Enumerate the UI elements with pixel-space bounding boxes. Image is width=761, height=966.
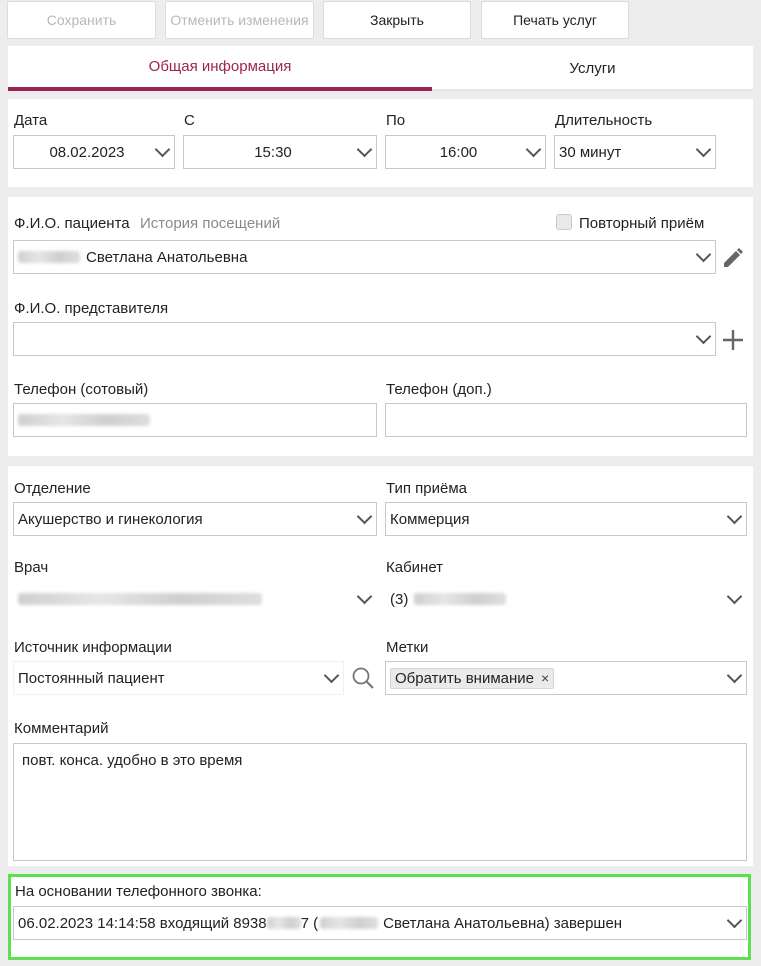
info-source-value: Постоянный пациент — [18, 669, 165, 687]
info-source-label: Источник информации — [14, 639, 172, 656]
repeat-visit-label: Повторный приём — [579, 215, 705, 232]
tag-chip: Обратить внимание × — [390, 667, 555, 689]
time-to-label: По — [386, 112, 406, 129]
redacted-doctor-name — [18, 593, 262, 605]
date-label: Дата — [14, 112, 48, 129]
tag-chip-label: Обратить внимание — [395, 669, 535, 687]
comment-label: Комментарий — [14, 720, 109, 737]
add-plus-icon[interactable] — [721, 328, 745, 352]
time-from-select[interactable]: 15:30 — [183, 135, 377, 169]
tab-services[interactable]: Услуги — [432, 46, 753, 91]
tab-general-info[interactable]: Общая информация — [8, 46, 432, 91]
duration-value: 30 минут — [559, 143, 622, 161]
chevron-down-icon — [356, 141, 373, 158]
department-select[interactable]: Акушерство и гинекология — [13, 502, 377, 536]
phone-call-value-part3: Светлана Анатольевна) завершен — [383, 914, 623, 932]
mobile-phone-label: Телефон (сотовый) — [14, 381, 149, 398]
tags-select[interactable]: Обратить внимание × — [385, 661, 747, 695]
search-icon[interactable] — [351, 666, 375, 690]
representative-select[interactable] — [13, 322, 716, 356]
tab-bar: Общая информация Услуги — [8, 46, 753, 91]
time-to-select[interactable]: 16:00 — [385, 135, 546, 169]
date-select[interactable]: 08.02.2023 — [13, 135, 175, 169]
chevron-down-icon — [356, 508, 373, 525]
info-source-select[interactable]: Постоянный пациент — [13, 661, 344, 695]
visit-type-label: Тип приёма — [386, 480, 468, 497]
room-label: Кабинет — [386, 559, 444, 576]
chevron-down-icon — [525, 141, 542, 158]
phone-call-label: На основании телефонного звонка: — [15, 883, 262, 900]
duration-label: Длительность — [555, 112, 653, 129]
tag-remove-icon[interactable]: × — [541, 670, 549, 686]
repeat-visit-checkbox[interactable] — [556, 214, 572, 230]
chevron-down-icon — [695, 246, 712, 263]
chevron-down-icon — [726, 912, 743, 929]
comment-value: повт. конса. удобно в это время — [22, 752, 243, 769]
time-from-value: 15:30 — [254, 143, 292, 161]
room-select[interactable]: (3) — [385, 582, 747, 616]
visit-type-select[interactable]: Коммерция — [385, 502, 747, 536]
mobile-phone-input[interactable] — [13, 403, 377, 437]
phone-call-select[interactable]: 06.02.2023 14:14:58 входящий 8938 7 ( Св… — [13, 906, 747, 940]
room-prefix: (3) — [390, 590, 409, 608]
edit-pencil-icon[interactable] — [721, 246, 745, 270]
duration-select[interactable]: 30 минут — [554, 135, 716, 169]
phone-call-value-part1: 06.02.2023 14:14:58 входящий 8938 — [18, 914, 267, 932]
redacted-caller-surname — [320, 917, 379, 929]
redacted-phone-digits — [266, 917, 301, 929]
chevron-down-icon — [726, 588, 743, 605]
chevron-down-icon — [695, 328, 712, 345]
extra-phone-input[interactable] — [385, 403, 747, 437]
tags-label: Метки — [386, 639, 429, 656]
time-to-value: 16:00 — [439, 143, 478, 161]
phone-call-value-part2: 7 ( — [300, 914, 319, 932]
print-services-button[interactable]: Печать услуг — [481, 1, 629, 39]
visit-type-value: Коммерция — [390, 510, 470, 528]
doctor-label: Врач — [14, 559, 49, 576]
patient-name-label: Ф.И.О. пациента — [14, 215, 130, 232]
chevron-down-icon — [726, 508, 743, 525]
redacted-phone — [18, 414, 150, 426]
extra-phone-label: Телефон (доп.) — [386, 381, 492, 398]
patient-name-select[interactable]: Светлана Анатольевна — [13, 240, 716, 274]
close-button[interactable]: Закрыть — [323, 1, 471, 39]
chevron-down-icon — [726, 667, 743, 684]
comment-textarea[interactable]: повт. конса. удобно в это время — [13, 743, 747, 861]
redacted-room-name — [414, 593, 507, 605]
chevron-down-icon — [323, 667, 340, 684]
cancel-changes-button[interactable]: Отменить изменения — [165, 1, 314, 39]
department-label: Отделение — [14, 480, 91, 497]
visit-history-link[interactable]: История посещений — [140, 215, 280, 232]
chevron-down-icon — [695, 141, 712, 158]
save-button[interactable]: Сохранить — [7, 1, 156, 39]
patient-name-value: Светлана Анатольевна — [86, 248, 248, 266]
time-from-label: С — [184, 112, 195, 129]
chevron-down-icon — [356, 588, 373, 605]
date-value: 08.02.2023 — [49, 143, 125, 161]
representative-label: Ф.И.О. представителя — [14, 300, 169, 317]
chevron-down-icon — [154, 141, 171, 158]
doctor-select[interactable] — [13, 582, 377, 616]
redacted-surname — [18, 251, 80, 263]
department-value: Акушерство и гинекология — [18, 510, 203, 528]
